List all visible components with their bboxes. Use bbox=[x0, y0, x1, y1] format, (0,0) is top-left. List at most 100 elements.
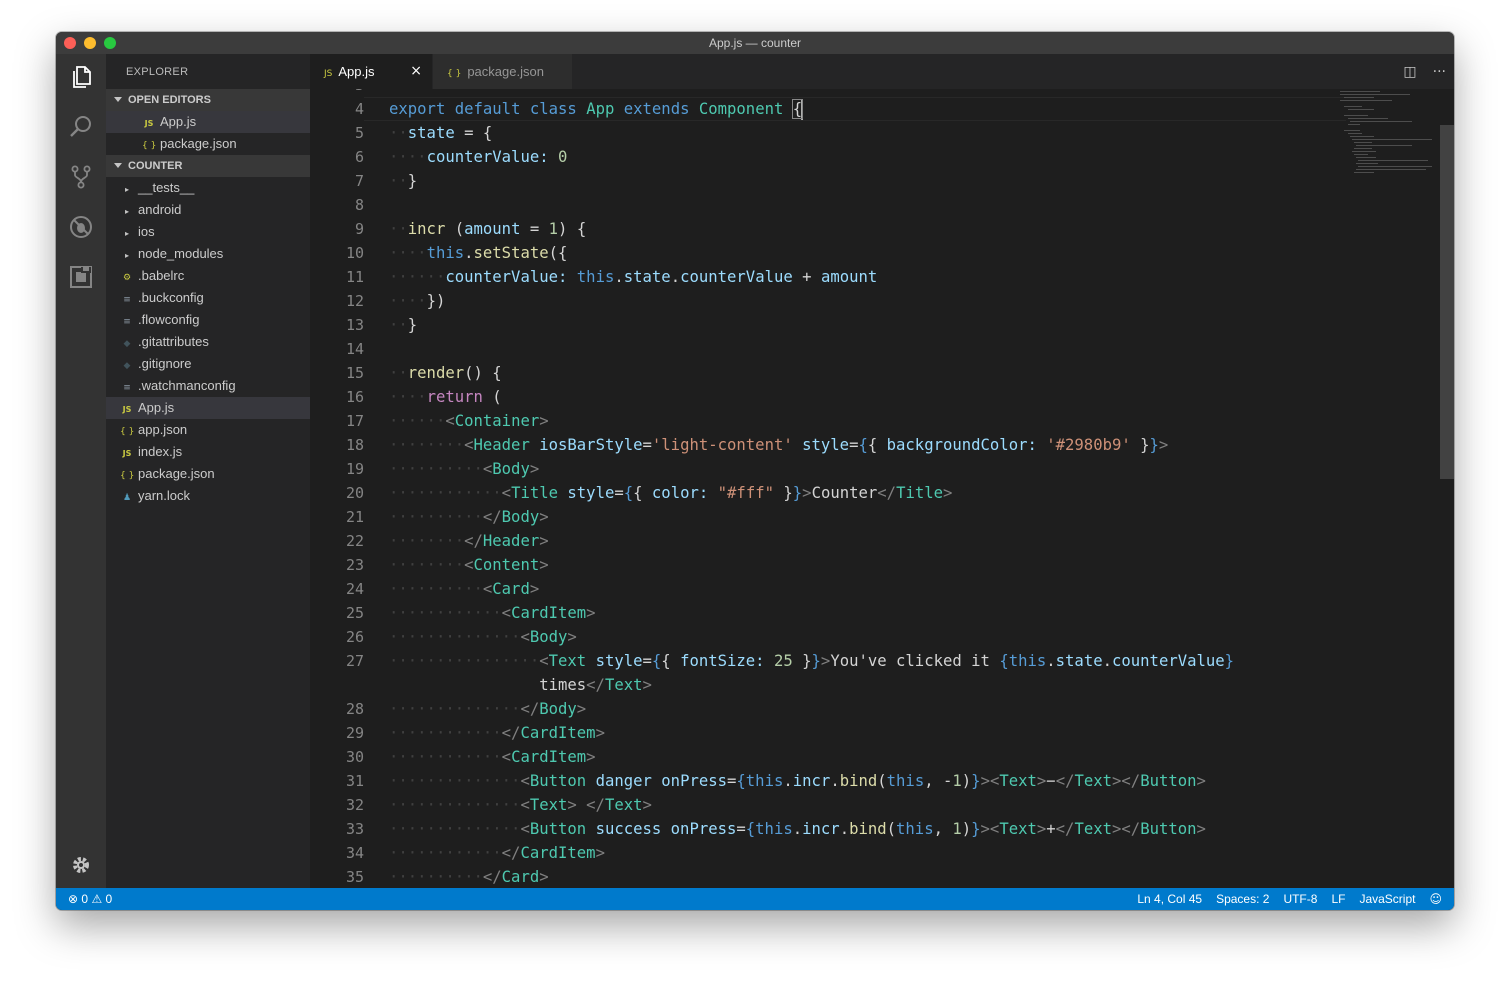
code-area[interactable]: export default class App extends Compone… bbox=[389, 89, 1334, 888]
indentation[interactable]: Spaces: 2 bbox=[1216, 888, 1269, 910]
line-number: 15 bbox=[345, 364, 364, 382]
file-item[interactable]: ≡ .buckconfig bbox=[106, 287, 310, 309]
file-item[interactable]: ≡ .watchmanconfig bbox=[106, 375, 310, 397]
file-label: app.json bbox=[138, 422, 188, 437]
error-count: 0 bbox=[81, 892, 89, 906]
tab-label: package.json bbox=[467, 64, 544, 79]
line-number: 29 bbox=[345, 724, 364, 742]
status-bar: ⊗ 0 ⚠ 0 Ln 4, Col 45 Spaces: 2 UTF-8 LF … bbox=[56, 888, 1454, 910]
line-number: 34 bbox=[345, 844, 364, 862]
file-item[interactable]: ≡ .flowconfig bbox=[106, 309, 310, 331]
line-number: 3 bbox=[310, 89, 364, 97]
json-file-icon: { } bbox=[447, 69, 462, 79]
code-line: ············<CardItem> bbox=[389, 604, 596, 622]
problems-indicator[interactable]: ⊗ 0 ⚠ 0 bbox=[68, 888, 112, 910]
file-item[interactable]: ◆ .gitignore bbox=[106, 353, 310, 375]
code-editor[interactable]: 3456789101112131415161718192021222324252… bbox=[310, 89, 1454, 888]
code-line: ··render() { bbox=[389, 364, 502, 382]
file-label: index.js bbox=[138, 444, 183, 459]
file-item[interactable]: JS index.js bbox=[106, 441, 310, 463]
file-label: .flowconfig bbox=[138, 312, 200, 327]
tab-label: App.js bbox=[338, 64, 375, 79]
file-label: .gitignore bbox=[138, 356, 192, 371]
open-editors-section[interactable]: OPEN EDITORS bbox=[106, 89, 310, 111]
chevron-right-icon: ▸ bbox=[124, 207, 129, 216]
editor-scrollbar[interactable] bbox=[1440, 89, 1454, 888]
code-line: ··········<Body> bbox=[389, 460, 540, 478]
line-number: 32 bbox=[345, 796, 364, 814]
line-number: 14 bbox=[345, 340, 364, 358]
cursor-position[interactable]: Ln 4, Col 45 bbox=[1137, 888, 1202, 910]
gear-icon[interactable] bbox=[68, 852, 94, 878]
debug-icon[interactable] bbox=[68, 214, 94, 240]
split-editor-icon[interactable]: ◫ bbox=[1403, 64, 1416, 80]
code-line: ····this.setState({ bbox=[389, 244, 568, 262]
extensions-icon[interactable] bbox=[68, 264, 94, 290]
open-editor-item-app-js[interactable]: JS App.js bbox=[106, 111, 310, 133]
code-line: ··········</Body> bbox=[389, 508, 549, 526]
smiley-icon[interactable]: ☺ bbox=[1429, 888, 1442, 910]
js-file-icon: JS bbox=[122, 405, 132, 414]
folder-label: __tests__ bbox=[138, 180, 195, 195]
line-number: 25 bbox=[345, 604, 364, 622]
source-control-icon[interactable] bbox=[68, 164, 94, 190]
line-number-gutter: 3456789101112131415161718192021222324252… bbox=[310, 89, 364, 888]
code-line: ··········</Card> bbox=[389, 868, 549, 886]
code-line: ············</CardItem> bbox=[389, 844, 605, 862]
folder-item[interactable]: ▸ android bbox=[106, 199, 310, 221]
code-line: ············<CardItem> bbox=[389, 748, 596, 766]
tab-package-json[interactable]: { } package.json bbox=[432, 54, 572, 89]
language-mode[interactable]: JavaScript bbox=[1359, 888, 1415, 910]
tab-app-js[interactable]: JS App.js × bbox=[310, 54, 432, 89]
folder-item[interactable]: ▸ ios bbox=[106, 221, 310, 243]
line-number: 18 bbox=[345, 436, 364, 454]
scrollbar-thumb[interactable] bbox=[1440, 125, 1454, 479]
search-icon[interactable] bbox=[68, 114, 94, 140]
close-icon[interactable]: × bbox=[410, 54, 422, 89]
project-section[interactable]: COUNTER bbox=[106, 155, 310, 177]
folder-label: ios bbox=[138, 224, 155, 239]
line-number: 9 bbox=[354, 220, 364, 238]
open-editor-item-package-json[interactable]: { } package.json bbox=[106, 133, 310, 155]
line-number: 23 bbox=[345, 556, 364, 574]
file-item[interactable]: ⚙ .babelrc bbox=[106, 265, 310, 287]
git-file-icon: ◆ bbox=[123, 361, 131, 371]
editor-actions: ◫ ··· bbox=[1403, 54, 1446, 89]
line-number: 8 bbox=[354, 196, 364, 214]
warning-count: 0 bbox=[105, 892, 113, 906]
more-actions-icon[interactable]: ··· bbox=[1433, 64, 1446, 80]
code-line: ············<Title style={{ color: "#fff… bbox=[389, 484, 953, 502]
line-number: 7 bbox=[354, 172, 364, 190]
folder-label: android bbox=[138, 202, 182, 217]
code-line: ··············</Body> bbox=[389, 700, 587, 718]
code-line: times</Text> bbox=[539, 676, 652, 694]
file-item-app-js[interactable]: JS App.js bbox=[106, 397, 310, 419]
encoding[interactable]: UTF-8 bbox=[1283, 888, 1317, 910]
window-title: App.js — counter bbox=[708, 36, 802, 50]
explorer-icon[interactable] bbox=[68, 64, 94, 90]
file-item[interactable]: { } package.json bbox=[106, 463, 310, 485]
activity-bar bbox=[56, 54, 106, 888]
folder-item[interactable]: ▸ __tests__ bbox=[106, 177, 310, 199]
code-line: ········</Header> bbox=[389, 532, 549, 550]
json-file-icon: { } bbox=[120, 427, 135, 437]
file-label: package.json bbox=[138, 466, 215, 481]
line-number: 22 bbox=[345, 532, 364, 550]
explorer-sidebar: EXPLORER OPEN EDITORS JS App.js { } packag… bbox=[106, 54, 310, 888]
folder-item[interactable]: ▸ node_modules bbox=[106, 243, 310, 265]
code-line: export default class App extends Compone… bbox=[389, 99, 804, 120]
file-item[interactable]: ♟ yarn.lock bbox=[106, 485, 310, 507]
line-number: 11 bbox=[345, 268, 364, 286]
file-item[interactable]: ◆ .gitattributes bbox=[106, 331, 310, 353]
file-item[interactable]: { } app.json bbox=[106, 419, 310, 441]
minimap[interactable] bbox=[1340, 89, 1440, 179]
title-bar: App.js — counter bbox=[56, 32, 1454, 54]
end-of-line[interactable]: LF bbox=[1331, 888, 1345, 910]
explorer-title: EXPLORER bbox=[126, 66, 189, 78]
warning-icon: ⚠ bbox=[91, 892, 103, 906]
line-number: 5 bbox=[354, 124, 364, 142]
code-line: ··} bbox=[389, 316, 418, 334]
line-number: 10 bbox=[345, 244, 364, 262]
code-line: ······counterValue: this.state.counterVa… bbox=[389, 268, 878, 286]
file-label: .buckconfig bbox=[138, 290, 204, 305]
